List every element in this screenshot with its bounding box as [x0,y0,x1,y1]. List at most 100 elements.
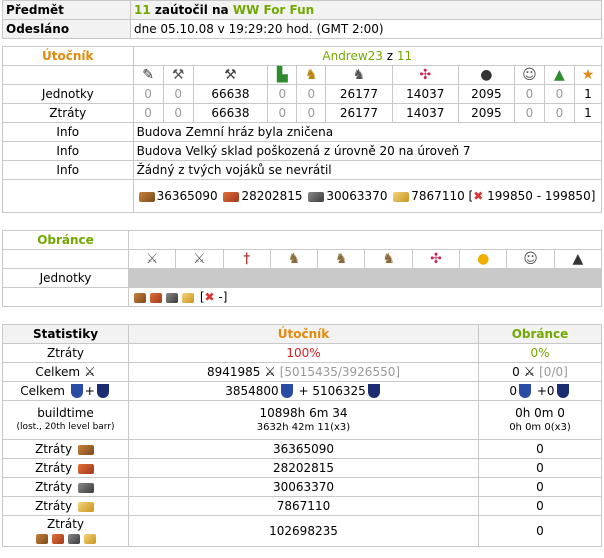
crop-icon [182,292,194,303]
total-label: Celkem [35,364,81,379]
attacker-unit-count-2: 66638 [192,84,269,104]
defense-cavalry-icon [367,384,380,399]
horse-icon: ♞ [382,251,395,267]
mace-icon: ✎ [142,67,154,83]
losses-wood-label: Ztráty [2,439,129,459]
losses-iron-label: Ztráty [2,477,129,497]
wood-icon [35,533,48,544]
subject-target[interactable]: WW For Fun [233,3,314,17]
attacker-unit-count-5: 26177 [325,84,393,104]
axe-icon: ⚒ [224,67,237,83]
horse-icon: ♞ [287,251,301,267]
attacker-loss-count-3: 0 [267,103,298,123]
bounty-cell: 36365090 28202815 30063370 7867110 [✖ 19… [132,179,603,213]
losses-all-label: Ztráty [2,515,129,547]
att-buildtime: 10898h 6m 34 3632h 42m 11(x3) [128,400,479,440]
buildtime-sublabel: (lost., 20th level barr) [16,422,115,432]
att-losses-all: 102698235 [128,515,479,547]
attacker-losses-row: Ztráty 0 0 66638 0 0 26177 14037 2095 0 0 1 [2,103,603,123]
attacker-loss-count-4: 0 [296,103,327,123]
bounty-clay: 28202815 [241,189,303,203]
sword-icon: ⚔ [145,251,159,267]
att-buildtime-value: 10898h 6m 34 [259,405,348,420]
iron-icon [67,533,80,544]
losses-clay-label: Ztráty [2,458,129,478]
attacker-village[interactable]: 11 [397,49,412,63]
def-buildtime-value: 0h 0m 0 [515,405,565,420]
bounty-crop: 7867110 [411,189,465,203]
def-losses-wood: 0 [478,439,602,459]
crop-icon [393,191,410,202]
att-inf-value: 3854800 [225,383,279,398]
sent-label: Odesláno [2,19,131,39]
attacker-player[interactable]: Andrew23 [322,49,383,63]
crop-icon [77,501,94,512]
stats-att-losses-pct: 100% [128,343,479,363]
losses-label: Ztráty [35,499,73,513]
defender-bounty-carry: - [218,290,223,304]
ram-icon: ✣ [419,67,432,83]
subject-label: Předmět [2,0,131,20]
att-losses-crop: 7867110 [128,496,479,516]
info-2: Budova Velký sklad poškozená z úrovně 20… [132,141,603,161]
losses-label: Ztráty [2,103,134,123]
losses-label: Ztráty [35,442,73,456]
defender-units-hidden [128,268,602,288]
defender-bounty: [✖ -] [128,287,602,307]
clay-icon [150,292,162,303]
iron-icon [166,292,178,303]
chief-icon: ☺ [522,67,537,83]
attacker-unit-count-3: 0 [267,84,298,104]
sword-icon: ⚔ [193,251,206,267]
defender-table: Obránce ⚔ ⚔ † ♞ ♞ ♞ ✣ ● ☺ ▲ Jednotky [✖ -] [2,230,603,307]
total-label: Celkem [20,383,65,398]
def-inf-value: 0 [509,383,518,398]
subject-count[interactable]: 11 [134,3,151,17]
attacker-unit-count-6: 14037 [391,84,459,104]
stats-row-label: Celkem + [2,381,129,401]
ram-icon: ✣ [430,251,442,267]
carry-icon: ✖ [204,290,215,304]
crossed-swords-icon: ⚔ [264,364,276,380]
units-label: Jednotky [2,84,134,104]
bounty-wood: 36365090 [156,189,218,203]
hero-icon: ★ [581,67,595,83]
def-buildtime-x3: 0h 0m 0(x3) [509,421,571,433]
buildtime-label: buildtime [37,406,94,420]
attacker-loss-count-10: 1 [573,103,603,123]
sun-icon: ● [477,251,490,267]
att-losses-wood: 36365090 [128,439,479,459]
stats-def-losses-pct: 0% [478,343,602,363]
defense-cavalry-icon [556,384,569,399]
defender-units-label: Jednotky [2,268,129,288]
stats-def-total: 0 ⚔ [0/0] [478,362,602,382]
bounty-carry: 199850 - 199850 [487,189,591,203]
attacker-loss-count-5: 26177 [325,103,393,123]
dagger-icon: † [243,251,251,267]
stats-att-total: 8941985 ⚔ [5015435/3926550] [128,362,479,382]
boot-icon: ▙ [276,67,288,83]
losses-crop-label: Ztráty [2,496,129,516]
losses-label: Ztráty [35,480,73,494]
attacker-loss-count-2: 66638 [192,103,269,123]
crop-icon [83,533,96,544]
report-header: Předmět 11 zaútočil na WW For Fun Odeslá… [2,0,602,39]
clay-icon [223,191,240,202]
wood-icon [77,444,94,455]
crossed-swords-icon: ⚔ [83,364,96,380]
info-label: Info [2,141,134,161]
attacker-unit-count-10: 1 [573,84,603,104]
attacker-title: Útočník [2,46,134,66]
attacker-unit-count-0: 0 [132,84,164,104]
def-total-value: 0 [512,364,520,379]
catapult-icon: ● [480,67,493,83]
crossed-swords-icon: ⚔ [523,364,536,380]
attacker-units-row: Jednotky 0 0 66638 0 0 26177 14037 2095 0 0 1 [2,84,603,104]
witch-hat-icon: ▲ [572,251,584,267]
attacker-loss-count-0: 0 [132,103,164,123]
losses-label: Ztráty [46,517,85,531]
attacker-unit-count-1: 0 [162,84,194,104]
wood-icon [138,191,155,202]
info-1: Budova Zemní hráz byla zničena [132,122,603,142]
defense-infantry-icon [280,384,293,399]
